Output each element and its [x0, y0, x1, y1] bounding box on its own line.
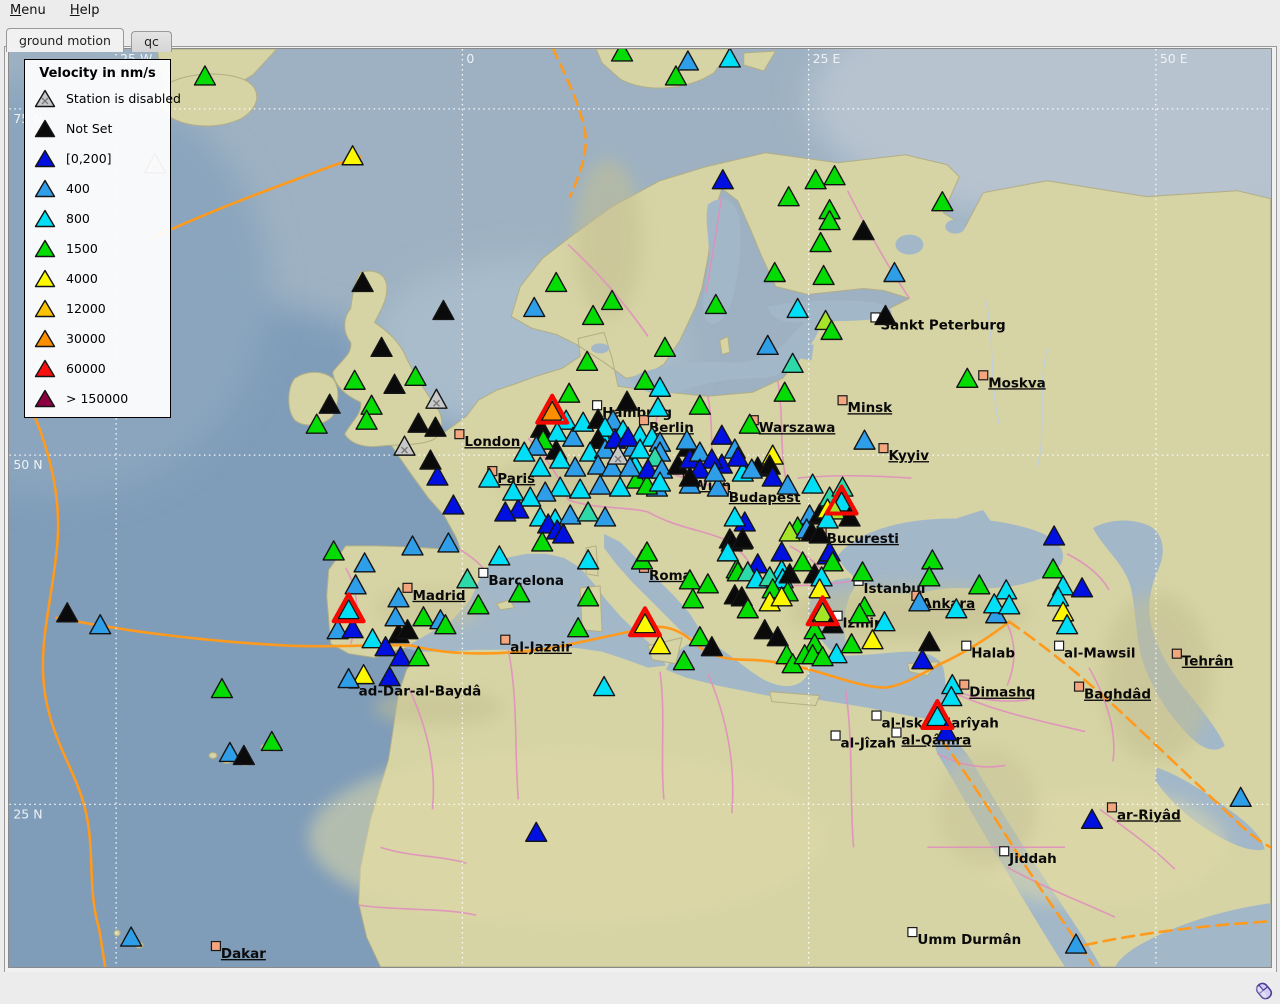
tab-ground-motion[interactable]: ground motion	[6, 28, 124, 52]
city-label: al-Jîzah	[841, 735, 896, 751]
legend-item-label: 400	[66, 181, 90, 196]
legend-item: 4000	[25, 263, 170, 293]
legend-item-label: 800	[66, 211, 90, 226]
legend-item-label: > 150000	[66, 391, 128, 406]
grid-label: 0	[466, 51, 474, 66]
legend-item: Not Set	[25, 113, 170, 143]
city-label: Baghdâd	[1084, 687, 1151, 703]
city-marker	[403, 583, 412, 592]
legend-item: 400	[25, 173, 170, 203]
grid-label: 50 N	[13, 457, 42, 472]
legend-item: 800	[25, 203, 170, 233]
city-label: Halab	[971, 646, 1015, 662]
city-label: Jiddah	[1008, 851, 1057, 867]
city-label: Tehrân	[1182, 654, 1233, 670]
city-label: Barcelona	[488, 573, 564, 589]
legend-triangle-icon	[34, 149, 56, 168]
legend-item-label: 1500	[66, 241, 98, 256]
status-bar	[0, 972, 1280, 1004]
grid-label: 25 E	[813, 51, 841, 66]
grid-label: 50 E	[1160, 51, 1188, 66]
grid-label: 25 N	[13, 806, 42, 821]
city-label: ad-Dar-al-Baydâ	[359, 684, 482, 700]
city-marker	[501, 635, 510, 644]
city-marker	[455, 430, 464, 439]
legend-triangle-icon	[34, 299, 56, 318]
legend-item-label: 4000	[66, 271, 98, 286]
tab-bar: ground motion qc	[6, 28, 174, 47]
legend-triangle-icon	[34, 389, 56, 408]
city-label: Dimashq	[969, 685, 1035, 701]
city-label: Moskva	[988, 375, 1046, 391]
city-marker	[479, 568, 488, 577]
legend-triangle-icon	[34, 89, 56, 108]
city-marker	[960, 680, 969, 689]
city-marker	[892, 728, 901, 737]
city-label: al-Mawsil	[1064, 646, 1135, 662]
city-marker	[831, 731, 840, 740]
city-label: Bucuresti	[827, 531, 899, 547]
city-label: al-Jazair	[510, 640, 572, 656]
city-marker	[872, 711, 881, 720]
menu-bar: Menu Help	[0, 0, 1280, 24]
legend-item-label: Station is disabled	[66, 91, 181, 106]
legend-item-label: [0,200]	[66, 151, 112, 166]
help-menu-button[interactable]: Help	[60, 0, 110, 22]
city-label: Minsk	[848, 400, 894, 416]
legend-item-label: 60000	[66, 361, 106, 376]
legend-triangle-icon	[34, 329, 56, 348]
city-marker	[838, 396, 847, 405]
city-marker	[640, 416, 649, 425]
legend-triangle-icon	[34, 119, 56, 138]
legend-triangle-icon	[34, 359, 56, 378]
city-label: Kyyiv	[888, 448, 929, 464]
city-marker	[1172, 649, 1181, 658]
city-marker	[1000, 847, 1009, 856]
city-marker	[962, 641, 971, 650]
legend-item: Station is disabled	[25, 83, 170, 113]
legend-triangle-icon	[34, 269, 56, 288]
legend-item-label: Not Set	[66, 121, 112, 136]
city-marker	[1055, 641, 1064, 650]
city-marker	[593, 401, 602, 410]
legend-triangle-icon	[34, 239, 56, 258]
legend-item-label: 12000	[66, 301, 106, 316]
ground-motion-map[interactable]: 25 W025 E50 E75 N50 N25 N LondonParisMad…	[8, 48, 1272, 968]
velocity-legend: Velocity in nm/s Station is disabled Not …	[24, 59, 171, 418]
city-label: Umm Durmân	[917, 932, 1021, 948]
city-label: Paris	[497, 471, 535, 487]
legend-item: 60000	[25, 353, 170, 383]
city-label: Sankt Peterburg	[880, 317, 1005, 333]
legend-triangle-icon	[34, 179, 56, 198]
city-label: Warszawa	[759, 420, 836, 436]
city-marker	[1075, 682, 1084, 691]
legend-item: 12000	[25, 293, 170, 323]
mouse-icon	[1249, 978, 1277, 1004]
menu-button[interactable]: Menu	[0, 0, 56, 22]
legend-item-label: 30000	[66, 331, 106, 346]
city-marker	[879, 444, 888, 453]
map-canvas[interactable]: 25 W025 E50 E75 N50 N25 N LondonParisMad…	[9, 49, 1271, 967]
legend-item: 30000	[25, 323, 170, 353]
city-marker	[979, 371, 988, 380]
legend-triangle-icon	[34, 209, 56, 228]
city-label: Dakar	[221, 946, 266, 962]
legend-item: [0,200]	[25, 143, 170, 173]
tab-qc[interactable]: qc	[131, 31, 172, 52]
city-marker	[908, 928, 917, 937]
city-label: Madrid	[412, 588, 465, 604]
city-marker	[211, 942, 220, 951]
legend-title: Velocity in nm/s	[25, 60, 170, 83]
legend-item: > 150000	[25, 383, 170, 413]
city-marker	[1107, 803, 1116, 812]
city-label: ar-Riyâd	[1117, 807, 1181, 823]
city-label: London	[464, 434, 520, 450]
tab-content-pane: 25 W025 E50 E75 N50 N25 N LondonParisMad…	[4, 46, 1277, 973]
legend-item: 1500	[25, 233, 170, 263]
